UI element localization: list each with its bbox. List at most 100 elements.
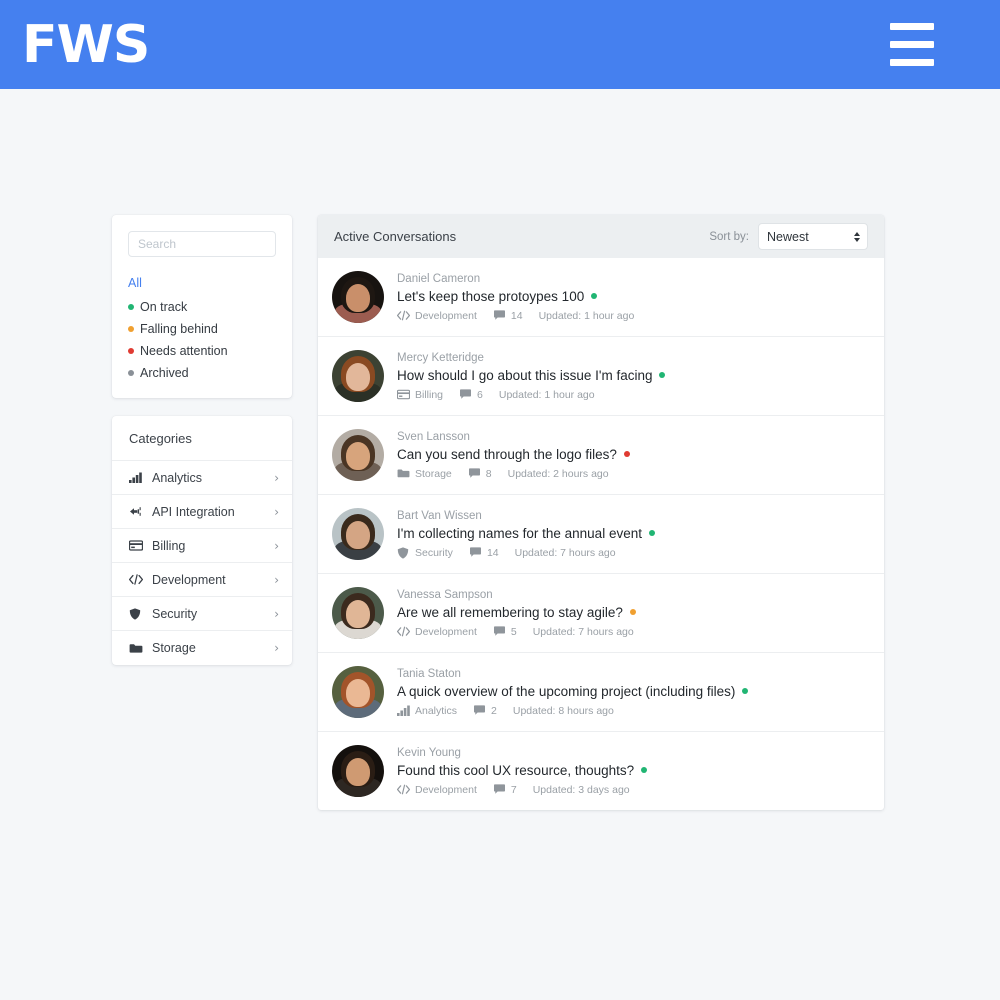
conversation-updated: Updated: 8 hours ago: [512, 704, 614, 717]
conversation-updated: Updated: 1 hour ago: [498, 388, 595, 401]
status-badge: [659, 372, 666, 378]
conversation-meta: Analytics 2 Updated: 8 hours ago: [397, 705, 868, 717]
conversation-subject: Found this cool UX resource, thoughts?: [397, 763, 868, 778]
conversation-category[interactable]: Security: [397, 547, 453, 559]
categories-title: Categories: [112, 416, 292, 461]
filter-item-needs-attention[interactable]: Needs attention: [128, 344, 276, 358]
filter-item-archived[interactable]: Archived: [128, 366, 276, 380]
conversation-meta: Development 14 Updated: 1 hour ago: [397, 310, 868, 322]
conversation-meta: Development 5 Updated: 7 hours ago: [397, 626, 868, 638]
conversation-meta: Storage 8 Updated: 2 hours ago: [397, 468, 868, 480]
status-dot: [128, 304, 134, 310]
categories-card: Categories Analytics › API Integration › Bil…: [112, 416, 292, 665]
conversation-category[interactable]: Analytics: [397, 705, 457, 717]
conversation-category[interactable]: Development: [397, 784, 477, 796]
bar-chart-icon: [129, 471, 144, 484]
avatar: [332, 271, 384, 323]
conversations-panel: Active Conversations Sort by: Newest Dan…: [318, 215, 884, 810]
filter-label: On track: [140, 300, 188, 314]
chevron-right-icon: ›: [274, 470, 279, 485]
category-item-storage[interactable]: Storage ›: [112, 631, 292, 665]
filter-label: All: [128, 276, 142, 290]
folder-icon: [129, 642, 144, 655]
conversation-comment-count: 14: [493, 310, 523, 322]
comment-icon: [493, 310, 506, 321]
conversation-comment-value: 14: [510, 309, 523, 322]
conversation-subject-text: I'm collecting names for the annual even…: [397, 525, 642, 541]
comment-icon: [468, 468, 481, 479]
conversation-row[interactable]: Tania Staton A quick overview of the upco…: [318, 653, 884, 732]
conversation-updated: Updated: 1 hour ago: [538, 309, 635, 322]
conversation-category[interactable]: Billing: [397, 389, 443, 401]
conversation-updated: Updated: 3 days ago: [532, 783, 630, 796]
comment-icon: [473, 705, 486, 716]
comment-icon: [459, 389, 472, 400]
conversation-comment-count: 2: [473, 705, 497, 717]
filter-label: Archived: [140, 366, 189, 380]
code-icon: [129, 573, 144, 586]
avatar: [332, 587, 384, 639]
status-badge: [591, 293, 598, 299]
filter-item-on-track[interactable]: On track: [128, 300, 276, 314]
conversation-subject: Can you send through the logo files?: [397, 447, 868, 462]
conversation-category[interactable]: Development: [397, 626, 477, 638]
hamburger-bar: [890, 59, 934, 66]
conversation-comment-count: 7: [493, 784, 517, 796]
conversation-author: Mercy Ketteridge: [397, 351, 484, 364]
conversation-row[interactable]: Daniel Cameron Let's keep those protoypes…: [318, 258, 884, 337]
avatar: [332, 350, 384, 402]
category-label: Storage: [152, 641, 196, 655]
conversation-category-label: Storage: [415, 467, 452, 480]
sort-select[interactable]: Newest: [758, 223, 868, 250]
filter-label: Falling behind: [140, 322, 218, 336]
conversation-body: Daniel Cameron Let's keep those protoypes…: [397, 273, 868, 322]
conversation-row[interactable]: Bart Van Wissen I'm collecting names for …: [318, 495, 884, 574]
category-item-billing[interactable]: Billing ›: [112, 529, 292, 563]
avatar: [332, 508, 384, 560]
category-item-development[interactable]: Development ›: [112, 563, 292, 597]
hamburger-icon[interactable]: [890, 19, 934, 70]
status-badge: [648, 530, 655, 536]
conversation-subject: Let's keep those protoypes 100: [397, 289, 868, 304]
code-icon: [397, 310, 410, 321]
category-item-security[interactable]: Security ›: [112, 597, 292, 631]
category-label: Security: [152, 606, 198, 621]
category-label: Development: [152, 572, 226, 587]
conversation-subject: How should I go about this issue I'm fac…: [397, 368, 868, 383]
conversation-body: Bart Van Wissen I'm collecting names for …: [397, 510, 868, 559]
conversation-category-label: Development: [415, 625, 477, 638]
conversation-list: Daniel Cameron Let's keep those protoypes…: [318, 258, 884, 810]
search-input[interactable]: [128, 231, 276, 257]
page-title: Active Conversations: [334, 229, 457, 244]
shield-icon: [129, 607, 144, 620]
categories-list: Analytics › API Integration › Billing › Develo…: [112, 461, 292, 665]
conversation-row[interactable]: Sven Lansson Can you send through the log…: [318, 416, 884, 495]
status-badge: [641, 767, 648, 773]
conversation-comment-value: 2: [491, 704, 497, 717]
conversation-comment-count: 14: [469, 547, 499, 559]
filter-label: Needs attention: [140, 344, 228, 358]
credit-card-icon: [129, 539, 144, 552]
conversation-category[interactable]: Storage: [397, 468, 452, 480]
filter-item-all[interactable]: All: [128, 276, 276, 290]
hamburger-bar: [890, 41, 934, 48]
filter-item-falling-behind[interactable]: Falling behind: [128, 322, 276, 336]
conversation-author: Tania Staton: [397, 667, 461, 680]
conversation-meta: Development 7 Updated: 3 days ago: [397, 784, 868, 796]
credit-card-icon: [397, 389, 410, 400]
category-label: API Integration: [152, 504, 235, 519]
conversation-comment-count: 5: [493, 626, 517, 638]
category-item-api-integration[interactable]: API Integration ›: [112, 495, 292, 529]
conversation-row[interactable]: Mercy Ketteridge How should I go about th…: [318, 337, 884, 416]
category-item-analytics[interactable]: Analytics ›: [112, 461, 292, 495]
avatar: [332, 745, 384, 797]
content-layout: All On track Falling behind Needs attention…: [112, 215, 884, 810]
conversation-row[interactable]: Kevin Young Found this cool UX resource, …: [318, 732, 884, 810]
conversation-subject-text: A quick overview of the upcoming project…: [397, 683, 736, 699]
conversation-category[interactable]: Development: [397, 310, 477, 322]
conversation-subject: Are we all remembering to stay agile?: [397, 605, 868, 620]
conversation-row[interactable]: Vanessa Sampson Are we all remembering to…: [318, 574, 884, 653]
main-column: Active Conversations Sort by: Newest Dan…: [318, 215, 884, 810]
conversation-subject: I'm collecting names for the annual even…: [397, 526, 868, 541]
status-dot: [128, 326, 134, 332]
